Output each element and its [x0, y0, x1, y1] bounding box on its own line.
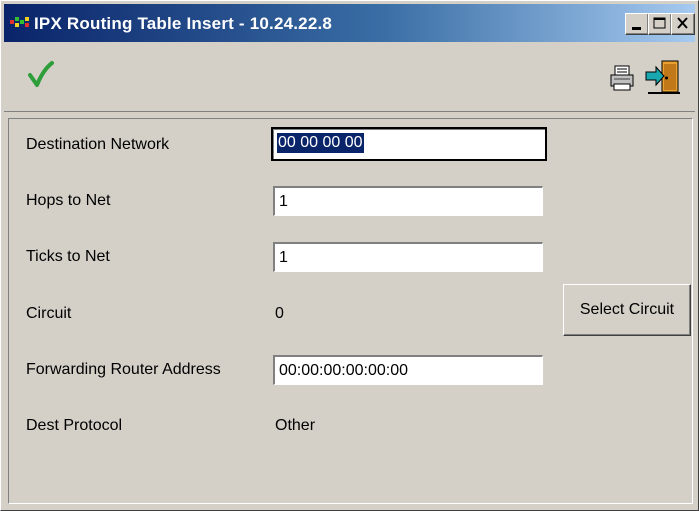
dest-protocol-label: Dest Protocol — [26, 417, 123, 434]
maximize-icon — [653, 17, 666, 29]
hops-to-net-value: 1 — [279, 193, 288, 210]
minimize-icon — [632, 27, 641, 30]
title-bar[interactable]: IPX Routing Table Insert - 10.24.22.8 — [4, 4, 695, 42]
destination-network-value: 00 00 00 00 — [277, 133, 364, 153]
printer-icon[interactable] — [608, 64, 638, 94]
ticks-to-net-field[interactable]: 1 — [273, 242, 543, 272]
checkmark-icon[interactable] — [26, 60, 56, 90]
ticks-to-net-label: Ticks to Net — [26, 248, 110, 265]
forwarding-router-address-label: Forwarding Router Address — [26, 361, 221, 378]
destination-network-field[interactable]: 00 00 00 00 — [271, 127, 547, 161]
maximize-button[interactable] — [648, 13, 672, 35]
forwarding-router-address-field[interactable]: 00:00:00:00:00:00 — [273, 355, 543, 385]
select-circuit-button[interactable]: Select Circuit — [563, 284, 691, 336]
forwarding-router-address-value: 00:00:00:00:00:00 — [279, 362, 409, 379]
dialog-window: IPX Routing Table Insert - 10.24.22.8 De… — [0, 0, 699, 511]
dest-protocol-value: Other — [275, 417, 316, 434]
exit-door-icon[interactable] — [644, 58, 682, 96]
hops-to-net-label: Hops to Net — [26, 192, 111, 209]
circuit-value: 0 — [275, 305, 284, 322]
destination-network-label: Destination Network — [26, 136, 170, 153]
window-title: IPX Routing Table Insert - 10.24.22.8 — [34, 14, 333, 33]
close-icon — [677, 17, 688, 29]
ticks-to-net-value: 1 — [279, 249, 288, 266]
toolbar — [4, 44, 695, 112]
minimize-button[interactable] — [625, 13, 649, 35]
app-icon — [10, 17, 29, 27]
close-button[interactable] — [671, 13, 695, 35]
circuit-label: Circuit — [26, 305, 72, 322]
hops-to-net-field[interactable]: 1 — [273, 186, 543, 216]
